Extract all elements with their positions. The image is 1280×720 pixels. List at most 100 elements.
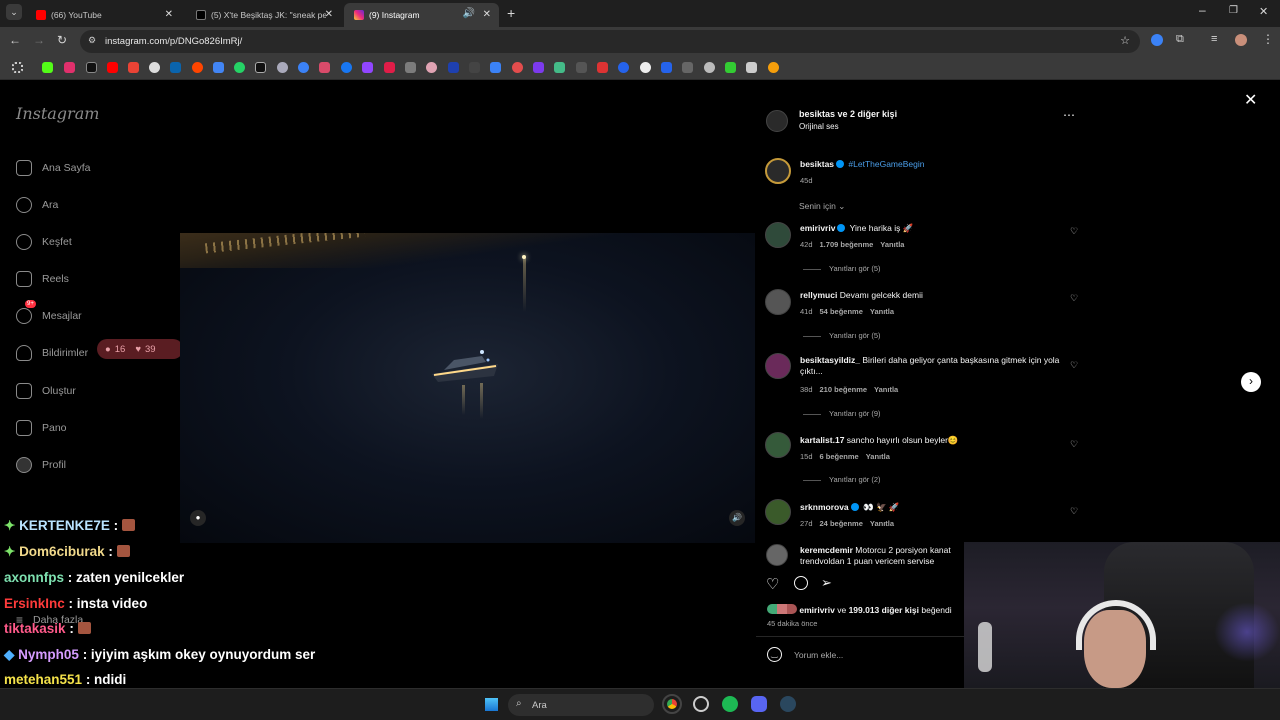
- close-modal-icon[interactable]: ✕: [1244, 90, 1257, 110]
- reload-icon[interactable]: ↻: [57, 33, 67, 47]
- chrome-taskbar-icon[interactable]: [662, 694, 682, 714]
- like-comment-heart-icon[interactable]: ♡: [1070, 439, 1078, 450]
- comment-avatar[interactable]: [765, 222, 791, 248]
- bookmark-facebook-icon[interactable]: [341, 62, 352, 73]
- bookmark-site-icon[interactable]: [384, 62, 395, 73]
- nav-profile[interactable]: Profil: [16, 455, 66, 475]
- nav-notifications[interactable]: Bildirimler: [16, 343, 88, 363]
- next-post-chevron-icon[interactable]: ›: [1241, 372, 1261, 392]
- comment-username[interactable]: besiktasyildiz_: [800, 355, 860, 365]
- media-controls-icon[interactable]: ≡: [1211, 33, 1217, 45]
- more-options-icon[interactable]: ⋯: [1063, 108, 1075, 122]
- nav-explore[interactable]: Keşfet: [16, 232, 72, 252]
- bookmark-gmail-icon[interactable]: [128, 62, 139, 73]
- bookmark-youtube-icon[interactable]: [107, 62, 118, 73]
- reply-button[interactable]: Yanıtla: [874, 385, 898, 394]
- comment-avatar[interactable]: [766, 544, 788, 566]
- taskbar-search[interactable]: ⌕ Ara: [508, 694, 654, 716]
- nav-create[interactable]: Oluştur: [16, 381, 76, 401]
- share-paper-plane-icon[interactable]: ➢: [821, 575, 832, 591]
- bookmark-site-icon[interactable]: [490, 62, 501, 73]
- reply-button[interactable]: Yanıtla: [866, 452, 890, 461]
- tab-instagram[interactable]: (9) Instagram 🔊 ✕: [344, 3, 499, 27]
- view-replies-button[interactable]: Yanıtları gör (9): [803, 409, 881, 418]
- comment-username[interactable]: keremcdemir: [800, 545, 853, 555]
- new-tab-icon[interactable]: +: [507, 5, 515, 21]
- comment-username[interactable]: emirivriv: [800, 223, 835, 233]
- nav-home[interactable]: Ana Sayfa: [16, 158, 90, 178]
- menu-kebab-icon[interactable]: ⋮: [1262, 32, 1274, 46]
- post-author-avatar[interactable]: [766, 110, 788, 132]
- like-comment-heart-icon[interactable]: ♡: [1070, 226, 1078, 237]
- like-comment-heart-icon[interactable]: ♡: [1070, 506, 1078, 517]
- collab-text[interactable]: ve 2 diğer kişi: [835, 109, 898, 119]
- bookmark-x-icon[interactable]: [86, 62, 97, 73]
- close-tab-icon[interactable]: ✕: [483, 9, 491, 20]
- view-replies-button[interactable]: Yanıtları gör (2): [803, 475, 881, 484]
- address-bar[interactable]: ⚙ instagram.com/p/DNGo826ImRj/ ☆: [80, 30, 1140, 53]
- bookmark-outlook-icon[interactable]: [170, 62, 181, 73]
- comment-username[interactable]: srknmorova: [800, 502, 849, 512]
- bookmark-site-icon[interactable]: [725, 62, 736, 73]
- bookmark-site-icon[interactable]: [277, 62, 288, 73]
- comment-likes[interactable]: 54 beğenme: [820, 307, 863, 316]
- like-comment-heart-icon[interactable]: ♡: [1070, 360, 1078, 371]
- extensions-puzzle-icon[interactable]: ⧉: [1176, 33, 1184, 46]
- bookmark-site-icon[interactable]: [682, 62, 693, 73]
- bookmark-site-icon[interactable]: [469, 62, 480, 73]
- liked-by-user[interactable]: emirivriv: [799, 605, 834, 615]
- bookmark-site-icon[interactable]: [298, 62, 309, 73]
- site-info-icon[interactable]: ⚙: [88, 35, 96, 46]
- bookmark-whatsapp-icon[interactable]: [234, 62, 245, 73]
- reply-button[interactable]: Yanıtla: [880, 240, 904, 249]
- bookmark-site-icon[interactable]: [576, 62, 587, 73]
- comment-input[interactable]: Yorum ekle...: [794, 650, 843, 660]
- view-replies-button[interactable]: Yanıtları gör (5): [803, 264, 881, 273]
- emoji-icon[interactable]: ‿: [767, 647, 782, 662]
- spotify-taskbar-icon[interactable]: [722, 696, 738, 712]
- comment-avatar[interactable]: [765, 432, 791, 458]
- instagram-logo[interactable]: Instagram: [16, 104, 99, 123]
- nav-messages[interactable]: 9+ Mesajlar: [16, 300, 82, 326]
- post-video[interactable]: ● 🔊: [180, 233, 755, 543]
- bookmark-site-icon[interactable]: [533, 62, 544, 73]
- bookmark-site-icon[interactable]: [640, 62, 651, 73]
- app-taskbar-icon[interactable]: [693, 696, 709, 712]
- comment-username[interactable]: rellymuci: [800, 290, 837, 300]
- caption-avatar[interactable]: [765, 158, 791, 184]
- comment-likes[interactable]: 6 beğenme: [820, 452, 859, 461]
- bookmark-site-icon[interactable]: [597, 62, 608, 73]
- bookmark-reddit-icon[interactable]: [192, 62, 203, 73]
- bookmark-site-icon[interactable]: [405, 62, 416, 73]
- close-tab-icon[interactable]: ✕: [165, 9, 173, 20]
- bookmark-site-icon[interactable]: [554, 62, 565, 73]
- view-replies-button[interactable]: Yanıtları gör (5): [803, 331, 881, 340]
- bookmark-site-icon[interactable]: [426, 62, 437, 73]
- comment-username[interactable]: kartalist.17: [800, 435, 844, 445]
- minimize-icon[interactable]: –: [1199, 3, 1206, 17]
- bookmark-site-icon[interactable]: [448, 62, 459, 73]
- back-icon[interactable]: ←: [9, 33, 21, 47]
- bookmark-site-icon[interactable]: [618, 62, 629, 73]
- windows-start-icon[interactable]: [484, 697, 499, 712]
- forward-icon[interactable]: →: [33, 33, 45, 47]
- comment-likes[interactable]: 210 beğenme: [820, 385, 868, 394]
- steam-taskbar-icon[interactable]: [780, 696, 796, 712]
- nav-dashboard[interactable]: Pano: [16, 418, 67, 438]
- bookmark-site-icon[interactable]: [768, 62, 779, 73]
- apps-grid-icon[interactable]: [12, 62, 23, 73]
- nav-reels[interactable]: Reels: [16, 269, 69, 289]
- bookmark-site-icon[interactable]: [704, 62, 715, 73]
- like-heart-icon[interactable]: ♡: [766, 575, 779, 593]
- bookmark-site-icon[interactable]: [661, 62, 672, 73]
- bookmark-chrome-icon[interactable]: [149, 62, 160, 73]
- caption-hashtag[interactable]: #LetTheGameBegin: [848, 159, 924, 169]
- comment-avatar[interactable]: [765, 353, 791, 379]
- reply-button[interactable]: Yanıtla: [870, 519, 894, 528]
- sort-dropdown[interactable]: Senin için ⌄: [799, 201, 845, 212]
- close-tab-icon[interactable]: ✕: [325, 9, 333, 20]
- notification-popup[interactable]: ● 16 ♥ 39: [97, 339, 183, 359]
- tagged-users-icon[interactable]: ●: [190, 510, 206, 526]
- tab-x[interactable]: (5) X'te Beşiktaş JK: "sneak peek" ✕: [186, 3, 341, 27]
- like-comment-heart-icon[interactable]: ♡: [1070, 293, 1078, 304]
